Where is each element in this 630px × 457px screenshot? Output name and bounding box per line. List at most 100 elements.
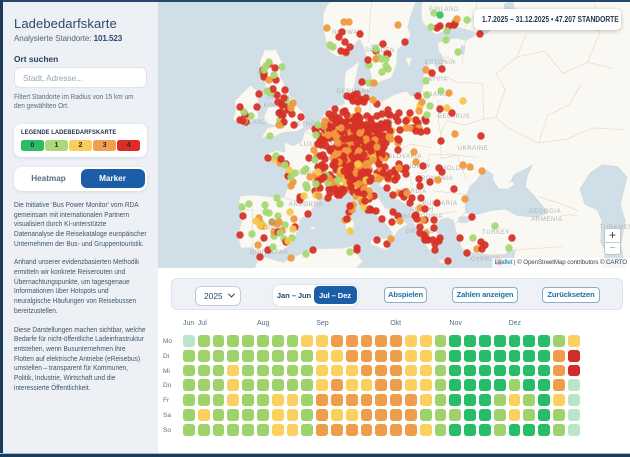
map-marker[interactable]	[396, 126, 403, 133]
calendar-cell[interactable]	[538, 379, 550, 391]
map-marker[interactable]	[412, 116, 419, 123]
map-marker[interactable]	[348, 134, 355, 141]
calendar-cell[interactable]	[390, 365, 402, 377]
calendar-cell[interactable]	[227, 409, 239, 421]
calendar-cell[interactable]	[538, 335, 550, 347]
calendar-cell[interactable]	[405, 424, 417, 436]
calendar-cell[interactable]	[287, 350, 299, 362]
map-marker[interactable]	[418, 98, 425, 105]
calendar-cell[interactable]	[183, 394, 195, 406]
map-marker[interactable]	[373, 112, 380, 119]
map-marker[interactable]	[315, 192, 322, 199]
map-marker[interactable]	[450, 185, 457, 192]
map-marker[interactable]	[276, 229, 283, 236]
calendar-cell[interactable]	[435, 409, 447, 421]
calendar-cell[interactable]	[523, 379, 535, 391]
map-marker[interactable]	[435, 237, 442, 244]
map-marker[interactable]	[478, 167, 485, 174]
calendar-cell[interactable]	[479, 365, 491, 377]
map-marker[interactable]	[412, 158, 419, 165]
map-marker[interactable]	[394, 21, 401, 28]
year-select[interactable]: 2025	[195, 286, 241, 306]
calendar-cell[interactable]	[568, 350, 580, 362]
map-marker[interactable]	[444, 257, 451, 264]
jul-dez-button[interactable]: Jul – Dez	[314, 286, 357, 304]
calendar-cell[interactable]	[509, 379, 521, 391]
map-marker[interactable]	[271, 64, 278, 71]
map-marker[interactable]	[312, 131, 319, 138]
calendar-cell[interactable]	[494, 335, 506, 347]
calendar-cell[interactable]	[523, 409, 535, 421]
map-marker[interactable]	[335, 33, 342, 40]
calendar-cell[interactable]	[213, 350, 225, 362]
calendar-cell[interactable]	[183, 379, 195, 391]
calendar-cell[interactable]	[257, 350, 269, 362]
calendar-cell[interactable]	[405, 379, 417, 391]
map-marker[interactable]	[245, 200, 252, 207]
calendar-cell[interactable]	[346, 335, 358, 347]
calendar-cell[interactable]	[449, 409, 461, 421]
calendar-cell[interactable]	[346, 424, 358, 436]
calendar-cell[interactable]	[316, 424, 328, 436]
calendar-cell[interactable]	[257, 365, 269, 377]
calendar-cell[interactable]	[449, 394, 461, 406]
map-marker[interactable]	[346, 178, 353, 185]
map-marker[interactable]	[378, 55, 385, 62]
map-marker[interactable]	[477, 238, 484, 245]
map-marker[interactable]	[346, 43, 353, 50]
map-marker[interactable]	[254, 241, 261, 248]
calendar-cell[interactable]	[435, 365, 447, 377]
map-marker[interactable]	[459, 161, 466, 168]
map-marker[interactable]	[264, 154, 271, 161]
map-marker[interactable]	[309, 246, 316, 253]
calendar-cell[interactable]	[375, 409, 387, 421]
map-marker[interactable]	[304, 210, 311, 217]
calendar-cell[interactable]	[405, 394, 417, 406]
calendar-cell[interactable]	[390, 424, 402, 436]
marker-toggle-button[interactable]: Marker	[81, 169, 145, 188]
map-marker[interactable]	[508, 234, 515, 241]
map-marker[interactable]	[286, 208, 293, 215]
map-marker[interactable]	[505, 244, 512, 251]
map-marker[interactable]	[287, 254, 294, 261]
calendar-cell[interactable]	[301, 379, 313, 391]
map-marker[interactable]	[365, 142, 372, 149]
map-marker[interactable]	[360, 151, 367, 158]
map-marker[interactable]	[468, 213, 475, 220]
map-marker[interactable]	[463, 16, 470, 23]
map-marker[interactable]	[290, 215, 297, 222]
play-button[interactable]: Abspielen	[384, 287, 427, 304]
search-input[interactable]: Stadt, Adresse...	[14, 67, 147, 88]
calendar-cell[interactable]	[568, 379, 580, 391]
calendar-cell[interactable]	[287, 379, 299, 391]
calendar-cell[interactable]	[449, 379, 461, 391]
map-marker[interactable]	[239, 117, 246, 124]
map-marker[interactable]	[437, 137, 444, 144]
map-marker[interactable]	[422, 77, 429, 84]
calendar-cell[interactable]	[242, 350, 254, 362]
map-marker[interactable]	[266, 132, 273, 139]
map-marker[interactable]	[297, 113, 304, 120]
calendar-cell[interactable]	[390, 350, 402, 362]
map-marker[interactable]	[428, 69, 435, 76]
calendar-cell[interactable]	[494, 394, 506, 406]
map-marker[interactable]	[454, 48, 461, 55]
calendar-cell[interactable]	[538, 394, 550, 406]
calendar-cell[interactable]	[523, 424, 535, 436]
calendar-cell[interactable]	[405, 365, 417, 377]
calendar-cell[interactable]	[301, 424, 313, 436]
calendar-cell[interactable]	[301, 394, 313, 406]
map-marker[interactable]	[278, 101, 285, 108]
leaflet-link[interactable]: Leaflet	[495, 259, 513, 266]
map-marker[interactable]	[364, 56, 371, 63]
calendar-cell[interactable]	[213, 424, 225, 436]
map-marker[interactable]	[443, 27, 450, 34]
calendar-cell[interactable]	[272, 394, 284, 406]
calendar-cell[interactable]	[213, 394, 225, 406]
calendar-cell[interactable]	[198, 394, 210, 406]
calendar-cell[interactable]	[257, 335, 269, 347]
calendar-cell[interactable]	[449, 424, 461, 436]
calendar-cell[interactable]	[227, 365, 239, 377]
map-marker[interactable]	[284, 237, 291, 244]
calendar-cell[interactable]	[361, 394, 373, 406]
